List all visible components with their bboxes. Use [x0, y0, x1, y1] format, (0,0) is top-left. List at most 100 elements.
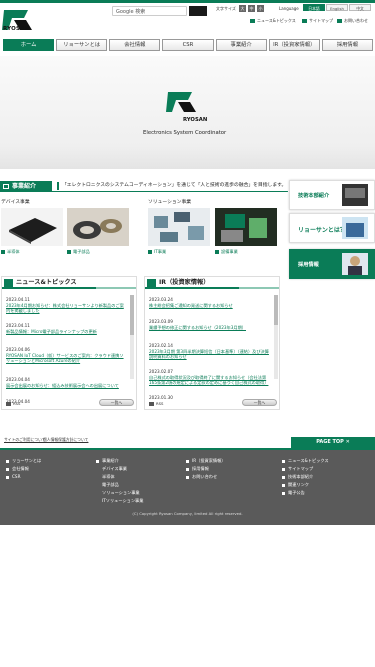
- news-heading: ニュース&トピックス: [2, 277, 136, 289]
- footer-col-4: ニュース&トピックス サイトマップ 技術本部紹介 関連リンク 電子公告: [282, 457, 329, 497]
- lang-english-button[interactable]: English: [326, 4, 348, 11]
- solution-heading: ソリューション事業: [148, 200, 192, 205]
- side-banner-tech[interactable]: 技術本部紹介: [289, 180, 375, 210]
- footer-link[interactable]: 技術本部紹介: [282, 473, 329, 481]
- footer-link[interactable]: IR（投資家情報）: [186, 457, 225, 465]
- util-link-contact[interactable]: お問い合わせ: [337, 18, 368, 24]
- ir-panel: IR（投資家情報） 2023.03.24 株主総会招集ご通知の発送に関するお知らせ…: [144, 276, 280, 410]
- ir-heading: IR（投資家情報）: [145, 277, 279, 289]
- list-item[interactable]: 2023.02.07 自己株式の取得状況及び取得終了に関するお知らせ（会社法第16…: [149, 369, 269, 393]
- news-scrollbar[interactable]: [130, 295, 134, 379]
- nav-recruit[interactable]: 採用情報: [321, 39, 373, 51]
- caption-components[interactable]: 電子部品: [67, 249, 90, 255]
- rss-icon: [149, 401, 154, 406]
- page: RYOSAN Google 検索 文字サイズ 大 中 小 Language 日本…: [0, 0, 375, 667]
- footer-link[interactable]: お問い合わせ: [186, 473, 225, 481]
- footer-link[interactable]: ニュース&トピックス: [282, 457, 329, 465]
- util-link-news[interactable]: ニュース&トピックス: [250, 18, 296, 24]
- nav-home[interactable]: ホーム: [3, 39, 55, 51]
- list-item[interactable]: 2023.03.09 業績予想の修正に関するお知らせ（2023年3月期）: [149, 319, 269, 341]
- font-size-large-button[interactable]: 大: [239, 5, 246, 12]
- footer-col-1: リョーサンとは 会社情報 CSR: [6, 457, 41, 481]
- news-panel: ニュース&トピックス 2023.04.11 2023年4月期お知らせ：株式会社リョ…: [1, 276, 137, 410]
- business-heading: 事業紹介: [0, 181, 52, 192]
- footer-link[interactable]: 採用情報: [186, 465, 225, 473]
- footer-link[interactable]: 電子公告: [282, 489, 329, 497]
- lang-japanese-button[interactable]: 日本語: [303, 4, 325, 11]
- news-scroll-thumb[interactable]: [130, 295, 134, 335]
- footer-link[interactable]: ソリューション事業: [96, 489, 143, 497]
- it-solution-image[interactable]: [148, 208, 210, 246]
- semiconductor-image[interactable]: [1, 208, 63, 246]
- footer-link[interactable]: 電子部品: [96, 481, 143, 489]
- components-image[interactable]: [67, 208, 129, 246]
- person-image: [342, 253, 368, 275]
- caption-equipment[interactable]: 設備事業: [215, 249, 238, 255]
- link-site-usage[interactable]: サイトのご利用について: [4, 437, 46, 443]
- lang-chinese-button[interactable]: 中文: [349, 4, 371, 11]
- footer-link[interactable]: 半導体: [96, 473, 143, 481]
- ir-more-button[interactable]: 一覧へ: [242, 399, 277, 406]
- news-icon: [4, 279, 13, 287]
- building-image: [342, 217, 368, 239]
- page-top-button[interactable]: PAGE TOP ✕: [291, 437, 375, 448]
- news-list[interactable]: 2023.04.11 2023年4月期お知らせ：株式会社リョーサンより新製品のご案…: [3, 293, 127, 405]
- hero-logo-icon: [164, 90, 198, 114]
- ir-rss-link[interactable]: RSS: [149, 401, 163, 406]
- caption-it[interactable]: IT事業: [148, 249, 166, 255]
- font-size-medium-button[interactable]: 中: [248, 5, 255, 12]
- business-message: 「エレクトロニクスのシステムコーディネーション」を通じて「人と技術の進歩の融合」…: [57, 182, 286, 190]
- footer-col-3: IR（投資家情報） 採用情報 お問い合わせ: [186, 457, 225, 481]
- news-rss-link[interactable]: RSS: [6, 401, 20, 406]
- device-heading: デバイス事業: [1, 200, 30, 205]
- footer-col-2: 事業紹介 デバイス事業 半導体 電子部品 ソリューション事業 ITソリューション…: [96, 457, 143, 505]
- arrow-icon: [67, 250, 71, 254]
- main-nav: ホーム リョーサンとは 会社情報 CSR 事業紹介 IR（投資家情報） 採用情報: [3, 39, 373, 51]
- search-button[interactable]: [189, 6, 207, 16]
- logo-text: RYOSAN: [3, 26, 30, 32]
- arrow-icon: [1, 250, 5, 254]
- footer-link[interactable]: リョーサンとは: [6, 457, 41, 465]
- arrow-icon: [215, 250, 219, 254]
- footer-link[interactable]: ITソリューション事業: [96, 497, 143, 505]
- ir-scrollbar[interactable]: [274, 295, 278, 379]
- footer-link[interactable]: デバイス事業: [96, 465, 143, 473]
- list-item[interactable]: 2023.04.11 2023年4月期お知らせ：株式会社リョーサンより新製品のご案…: [6, 297, 124, 321]
- list-item[interactable]: 2023.03.24 株主総会招集ご通知の発送に関するお知らせ: [149, 297, 269, 317]
- hero-tagline: Electronics System Coordinator: [143, 130, 227, 136]
- footer-link[interactable]: サイトマップ: [282, 465, 329, 473]
- hero-brand-name: RYOSAN: [183, 117, 208, 123]
- font-size-small-button[interactable]: 小: [257, 5, 264, 12]
- ir-icon: [147, 279, 156, 287]
- news-icon: [250, 19, 255, 23]
- news-more-button[interactable]: 一覧へ: [99, 399, 134, 406]
- side-banner-about[interactable]: リョーサンとは？: [289, 213, 375, 243]
- nav-business[interactable]: 事業紹介: [215, 39, 267, 51]
- footer-link[interactable]: CSR: [6, 473, 41, 481]
- language-label: Language: [279, 6, 299, 11]
- top-stripe: [0, 0, 375, 3]
- list-item[interactable]: 2023.04.06 RYOSAN IoT Cloud（仮）サービスのご案内：クラ…: [6, 347, 124, 375]
- arrow-icon: [148, 250, 152, 254]
- footer-link[interactable]: 会社情報: [6, 465, 41, 473]
- equipment-image[interactable]: [215, 208, 277, 246]
- link-privacy-policy[interactable]: 個人情報保護方針について: [43, 437, 88, 443]
- nav-company[interactable]: 会社情報: [109, 39, 161, 51]
- mail-icon: [337, 19, 342, 23]
- list-item[interactable]: 2023.04.11 新製品情報：Micro電子部品ラインナップの更新: [6, 323, 124, 345]
- side-banner-recruit[interactable]: 採用情報: [289, 249, 375, 279]
- util-link-sitemap[interactable]: サイトマップ: [302, 18, 333, 24]
- footer-link[interactable]: 事業紹介: [96, 457, 143, 465]
- caption-semiconductor[interactable]: 半導体: [1, 249, 20, 255]
- nav-about[interactable]: リョーサンとは: [56, 39, 108, 51]
- search-input[interactable]: Google 検索: [112, 6, 187, 16]
- footer-link[interactable]: 関連リンク: [282, 481, 329, 489]
- nav-ir[interactable]: IR（投資家情報）: [268, 39, 320, 51]
- nav-csr[interactable]: CSR: [162, 39, 214, 51]
- ir-list[interactable]: 2023.03.24 株主総会招集ご通知の発送に関するお知らせ 2023.03.0…: [146, 293, 272, 405]
- list-item[interactable]: 2023.04.04 展示会出展のお知らせ：組込み技術展示会への出展について: [6, 377, 124, 397]
- list-item[interactable]: 2023.02.14 2023年3月期 第3四半期決算短信〔日本基準〕（連結）及び…: [149, 343, 269, 367]
- rss-icon: [6, 401, 11, 406]
- ir-scroll-thumb[interactable]: [274, 295, 278, 325]
- business-divider: [52, 191, 288, 192]
